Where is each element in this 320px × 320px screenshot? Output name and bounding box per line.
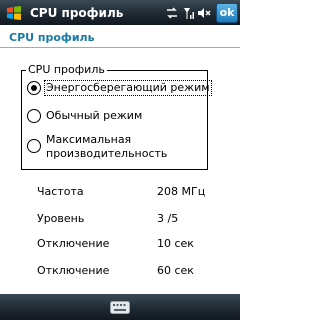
title-bar: CPU профиль ok xyxy=(0,0,240,25)
info-label-off-2: Отключение xyxy=(37,264,110,277)
volume-mute-icon[interactable] xyxy=(196,0,212,25)
bottom-bar xyxy=(0,294,240,320)
info-label-level: Уровень xyxy=(37,212,85,225)
info-label-frequency: Частота xyxy=(37,185,84,198)
info-value-level: 3 /5 xyxy=(157,212,179,225)
radio-label: Максимальная производительность xyxy=(45,133,168,161)
windows-start-icon[interactable] xyxy=(0,0,28,25)
groupbox-legend: CPU профиль xyxy=(26,63,107,76)
radio-label-line-1: Максимальная xyxy=(46,133,132,146)
info-value-off-2: 60 сек xyxy=(157,264,194,277)
radio-max-performance[interactable]: Максимальная производительность xyxy=(27,133,168,161)
radio-label: Обычный режим xyxy=(46,109,143,122)
radio-button[interactable] xyxy=(27,109,41,123)
section-title: CPU профиль xyxy=(9,31,95,44)
radio-power-saving[interactable]: Энергосберегающий режим xyxy=(27,80,212,96)
radio-button[interactable] xyxy=(27,139,41,153)
keyboard-icon[interactable] xyxy=(108,299,132,315)
section-header: CPU профиль xyxy=(0,25,240,49)
radio-label: Энергосберегающий режим xyxy=(44,80,212,96)
info-label-off-1: Отключение xyxy=(37,237,110,250)
info-value-frequency: 208 МГц xyxy=(157,185,206,198)
section-divider xyxy=(0,47,240,48)
radio-button[interactable] xyxy=(27,81,41,95)
signal-icon[interactable] xyxy=(180,0,196,25)
radio-normal[interactable]: Обычный режим xyxy=(27,109,143,123)
ok-button[interactable]: ok xyxy=(216,2,238,23)
window-title: CPU профиль xyxy=(30,5,124,20)
radio-label-line-2: производительность xyxy=(46,147,168,160)
info-value-off-1: 10 сек xyxy=(157,237,194,250)
connectivity-icon[interactable] xyxy=(164,0,180,25)
